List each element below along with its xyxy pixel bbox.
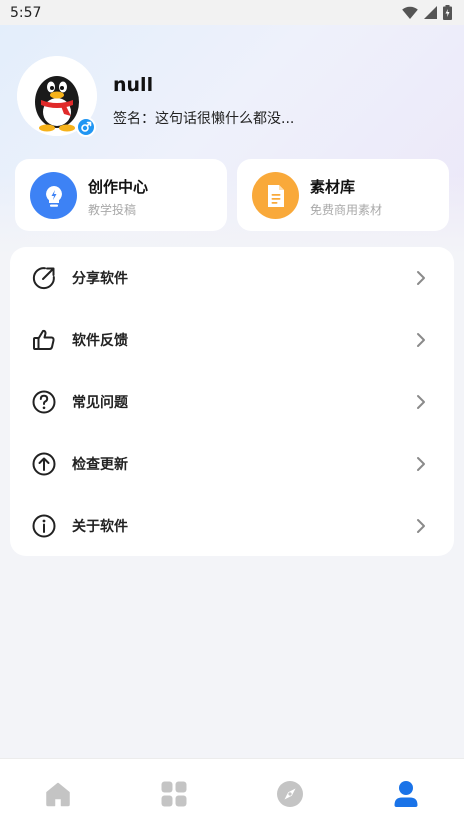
status-bar: 5:57 xyxy=(0,0,464,25)
menu-label: 常见问题 xyxy=(72,395,128,411)
chevron-right-icon xyxy=(417,519,425,533)
menu-item-check-update[interactable]: 检查更新 xyxy=(10,433,454,495)
home-icon xyxy=(46,782,70,807)
menu-item-about[interactable]: 关于软件 xyxy=(10,495,454,557)
card-icon-circle xyxy=(252,172,299,219)
creation-center-card[interactable]: 创作中心 教学投稿 xyxy=(15,159,227,231)
lightbulb-icon xyxy=(45,185,62,207)
question-icon xyxy=(32,390,56,414)
menu-label: 软件反馈 xyxy=(72,333,128,349)
card-icon-circle xyxy=(30,172,77,219)
signature: 签名：这句话很懒什么都没... xyxy=(113,111,295,127)
chevron-right-icon xyxy=(417,333,425,347)
grid-icon xyxy=(161,781,187,807)
info-icon xyxy=(32,514,56,538)
card-title: 素材库 xyxy=(310,178,356,196)
nav-discover[interactable] xyxy=(275,779,305,809)
battery-icon xyxy=(443,5,452,20)
male-gender-badge xyxy=(76,117,96,137)
thumbs-up-icon xyxy=(33,329,55,350)
bottom-navigation xyxy=(0,758,464,825)
material-library-card[interactable]: 素材库 免费商用素材 xyxy=(237,159,449,231)
card-subtitle: 教学投稿 xyxy=(88,203,137,217)
profile-section[interactable]: null 签名：这句话很懒什么都没... xyxy=(17,56,447,137)
menu-item-feedback[interactable]: 软件反馈 xyxy=(10,309,454,371)
status-icons xyxy=(402,5,452,20)
status-time: 5:57 xyxy=(10,4,42,21)
chevron-right-icon xyxy=(417,457,425,471)
compass-icon xyxy=(277,781,303,807)
document-icon xyxy=(267,184,284,207)
signal-icon xyxy=(424,6,437,19)
nav-apps[interactable] xyxy=(159,779,189,809)
settings-menu: 分享软件 软件反馈 常见问题 检查更新 关于软件 xyxy=(10,247,454,556)
male-icon xyxy=(81,121,92,132)
nav-home[interactable] xyxy=(43,779,73,809)
card-title: 创作中心 xyxy=(88,178,149,196)
share-icon xyxy=(32,267,55,290)
menu-label: 关于软件 xyxy=(72,519,128,535)
menu-item-faq[interactable]: 常见问题 xyxy=(10,371,454,433)
chevron-right-icon xyxy=(417,271,425,285)
menu-item-share[interactable]: 分享软件 xyxy=(10,247,454,309)
upload-icon xyxy=(32,452,56,476)
menu-label: 检查更新 xyxy=(72,457,128,473)
chevron-right-icon xyxy=(417,395,425,409)
username: null xyxy=(113,74,154,96)
wifi-icon xyxy=(402,6,418,19)
person-icon xyxy=(394,781,418,807)
menu-label: 分享软件 xyxy=(72,271,128,287)
nav-profile[interactable] xyxy=(391,779,421,809)
card-subtitle: 免费商用素材 xyxy=(310,203,383,217)
